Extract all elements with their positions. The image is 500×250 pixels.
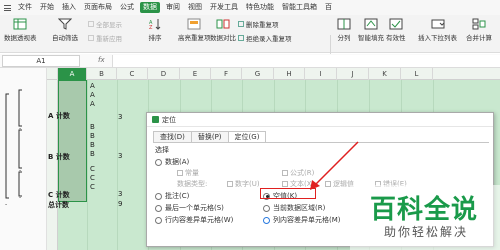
watermark-subtitle: 助你轻松解决 <box>384 225 469 239</box>
watermark-title: 百科全说 <box>370 195 479 225</box>
watermark: 百科全说 助你轻松解决 <box>350 185 500 250</box>
spreadsheet-app: 文件 开始 插入 页面布局 公式 数据 审阅 视图 开发工具 特色功能 智能工具… <box>0 0 500 250</box>
